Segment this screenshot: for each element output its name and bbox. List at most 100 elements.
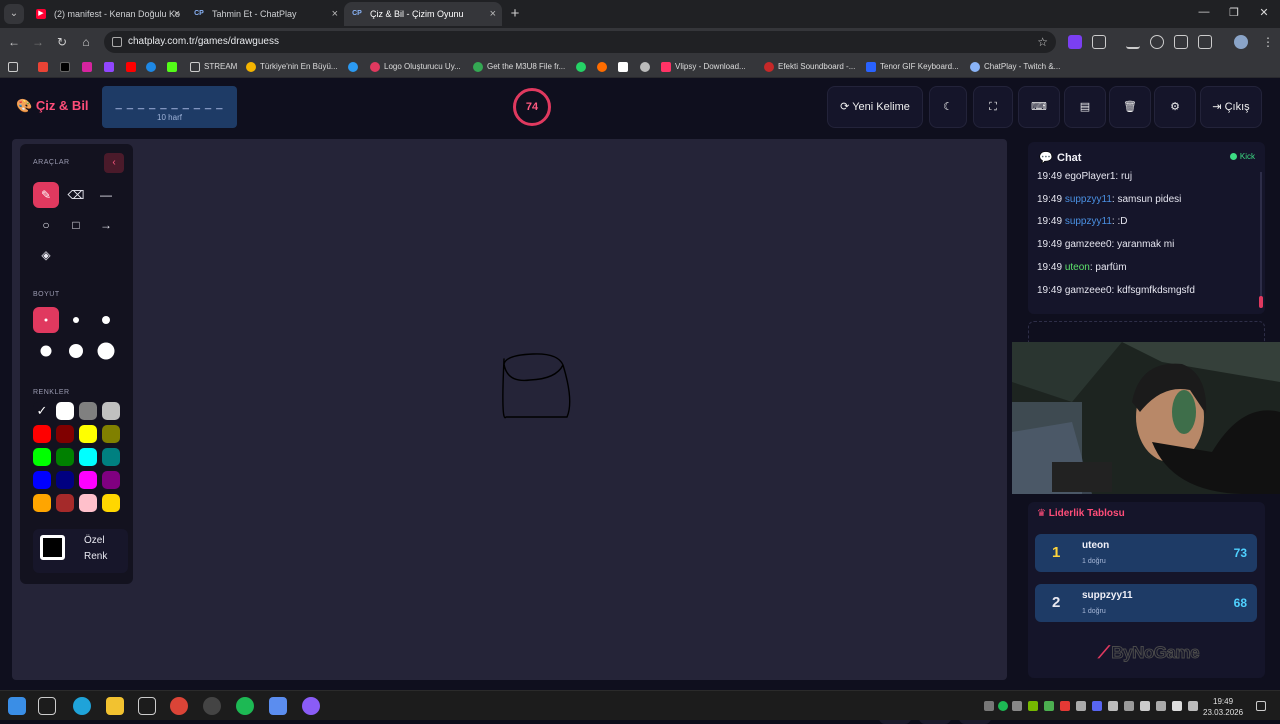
extensions-puzzle-icon[interactable] [1092, 35, 1106, 49]
settings-button[interactable]: ⚙ [1154, 86, 1196, 128]
message-user[interactable]: suppzyy11 [1065, 216, 1112, 227]
color-swatch[interactable] [33, 448, 51, 466]
size-m-button[interactable] [93, 307, 119, 333]
size-l-button[interactable] [33, 338, 59, 364]
link-icon[interactable] [1150, 35, 1164, 49]
size-xs-button[interactable] [33, 307, 59, 333]
chat-scroll-thumb[interactable] [1259, 296, 1263, 308]
tray-icon[interactable] [1140, 701, 1150, 711]
bookmark-item[interactable]: Get the M3U8 File fr... [487, 56, 565, 78]
message-user[interactable]: egoPlayer1 [1065, 171, 1116, 182]
color-swatch[interactable] [102, 494, 120, 512]
color-swatch[interactable] [56, 402, 74, 420]
bookmark-item[interactable]: Tenor GIF Keyboard... [880, 56, 959, 78]
notification-icon[interactable] [1256, 701, 1266, 711]
keyboard-button[interactable]: ⌨ [1018, 86, 1060, 128]
instagram-icon[interactable] [82, 62, 92, 72]
color-swatch[interactable] [33, 425, 51, 443]
color-swatch[interactable] [79, 402, 97, 420]
x-icon[interactable] [60, 62, 70, 72]
tray-icon[interactable] [1060, 701, 1070, 711]
start-icon[interactable] [8, 697, 26, 715]
message-user[interactable]: gamzeee0 [1065, 239, 1112, 250]
tray-icon[interactable] [1108, 701, 1118, 711]
custom-color-swatch[interactable] [40, 535, 65, 560]
collapse-panel-button[interactable]: ‹ [104, 153, 124, 173]
size-s-button[interactable] [63, 307, 89, 333]
reload-icon[interactable]: ↻ [54, 34, 70, 50]
chat-scrollbar[interactable] [1260, 172, 1262, 306]
bookmark-star-icon[interactable]: ☆ [1037, 31, 1048, 53]
file-explorer-icon[interactable] [106, 697, 124, 715]
bookmark-item[interactable]: Türkiye'nin En Büyü... [260, 56, 338, 78]
task-view-icon[interactable] [38, 697, 56, 715]
color-swatch[interactable] [102, 471, 120, 489]
color-swatch[interactable] [79, 471, 97, 489]
tray-icon[interactable] [1044, 701, 1054, 711]
bookmark-stream[interactable]: STREAM [204, 56, 237, 78]
tray-icon[interactable] [1124, 701, 1134, 711]
back-icon[interactable]: ← [6, 34, 22, 50]
minimize-icon[interactable]: — [1194, 6, 1214, 18]
app-brand[interactable]: 🎨 Çiz & Bil [16, 98, 89, 114]
bookmark-favicon[interactable] [640, 62, 650, 72]
size-xxl-button[interactable] [93, 338, 119, 364]
spotify-tray-icon[interactable] [998, 701, 1008, 711]
bookmark-favicon[interactable] [597, 62, 607, 72]
volume-icon[interactable] [1172, 701, 1182, 711]
new-word-button[interactable]: ⟳ Yeni Kelime [827, 86, 923, 128]
tray-icon[interactable] [1012, 701, 1022, 711]
translate-icon[interactable] [1198, 35, 1212, 49]
drawing-canvas[interactable]: ↺ ↻ 🗑 [12, 139, 1007, 724]
circle-tool[interactable]: ○ [33, 212, 59, 238]
leaderboard-row[interactable]: 2 suppzyy11 1 doğru 68 [1035, 584, 1257, 622]
tray-icon[interactable] [984, 701, 994, 711]
color-swatch[interactable] [102, 402, 120, 420]
menu-kebab-icon[interactable]: ⋮ [1260, 34, 1276, 50]
spotify-icon[interactable] [236, 697, 254, 715]
color-swatch[interactable]: ✓ [33, 402, 51, 420]
color-swatch[interactable] [102, 425, 120, 443]
dark-mode-button[interactable]: ☾ [929, 86, 967, 128]
color-swatch[interactable] [56, 471, 74, 489]
bookmark-icon[interactable] [146, 62, 156, 72]
chrome-icon[interactable] [170, 697, 188, 715]
favorites-icon[interactable] [1174, 35, 1188, 49]
color-swatch[interactable] [102, 448, 120, 466]
eraser-tool[interactable]: ⌫ [63, 182, 89, 208]
custom-color-picker[interactable]: Özel Renk [33, 529, 128, 573]
nvidia-icon[interactable] [1028, 701, 1038, 711]
gmail-icon[interactable] [38, 62, 48, 72]
color-swatch[interactable] [56, 494, 74, 512]
bookmark-item[interactable]: Efekti Soundboard -... [778, 56, 855, 78]
rectangle-tool[interactable]: □ [63, 212, 89, 238]
color-swatch[interactable] [79, 425, 97, 443]
color-swatch[interactable] [56, 448, 74, 466]
restore-icon[interactable]: ❐ [1224, 6, 1244, 19]
browser-tab[interactable]: ▶ (2) manifest - Kenan Doğulu Ko × [28, 2, 186, 26]
line-tool[interactable]: — [93, 182, 119, 208]
archive-button[interactable]: ▤ [1064, 86, 1106, 128]
bookmark-item[interactable]: ChatPlay - Twitch &... [984, 56, 1060, 78]
discord-icon[interactable] [302, 697, 320, 715]
bookmark-item[interactable]: Logo Oluşturucu Uy... [384, 56, 461, 78]
app-icon[interactable] [269, 697, 287, 715]
url-bar[interactable]: chatplay.com.tr/games/drawguess ☆ [104, 31, 1056, 53]
bookmark-item[interactable]: Vlipsy - Download... [675, 56, 746, 78]
fullscreen-button[interactable]: ⛶ [973, 86, 1013, 128]
tab-close-icon[interactable]: × [174, 2, 180, 26]
site-info-icon[interactable] [112, 37, 122, 47]
bookmark-favicon[interactable] [618, 62, 628, 72]
profile-avatar[interactable] [1234, 35, 1248, 49]
arrow-tool[interactable]: → [93, 212, 119, 238]
tab-close-icon[interactable]: × [332, 2, 338, 26]
edge-icon[interactable] [73, 697, 91, 715]
message-user[interactable]: uteon [1065, 262, 1090, 273]
system-clock[interactable]: 19:49 23.03.2026 [1203, 696, 1243, 718]
browser-tab[interactable]: CP Tahmin Et - ChatPlay × [186, 2, 344, 26]
close-window-icon[interactable]: ✕ [1254, 6, 1274, 19]
battery-icon[interactable] [1188, 701, 1198, 711]
message-user[interactable]: gamzeee0 [1065, 285, 1112, 296]
tab-close-icon[interactable]: × [490, 2, 496, 26]
kick-icon[interactable] [167, 62, 177, 72]
